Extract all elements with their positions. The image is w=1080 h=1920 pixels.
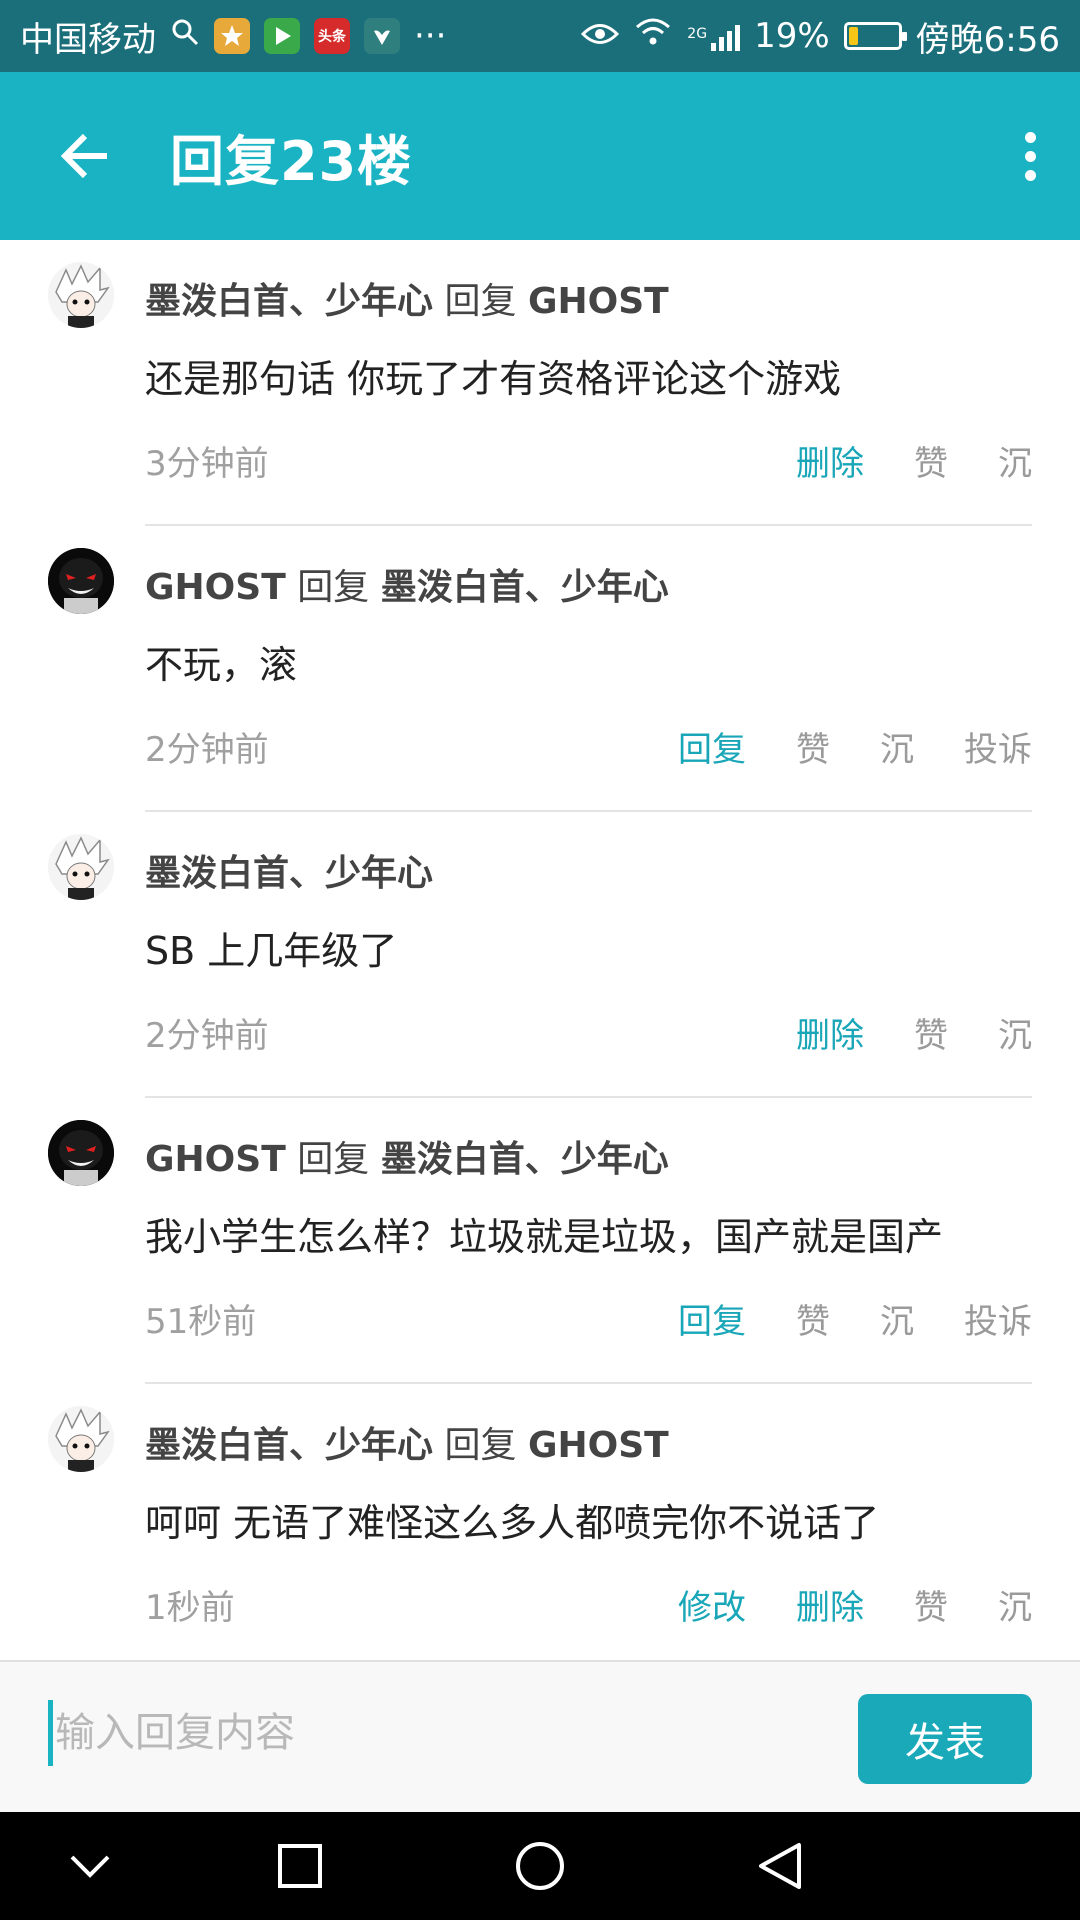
carrier-label: 中国移动 [20, 19, 156, 60]
comment-header: 墨泼白首、少年心 回复 GHOST [145, 1416, 669, 1468]
nav-down-icon [70, 1855, 110, 1878]
battery-level-fill [848, 27, 858, 45]
comment-item: 墨泼白首、少年心 回复 GHOST 呵呵 无语了难怪这么多人都喷完你不说话了 1秒前… [0, 1384, 1080, 1660]
reply-target-name[interactable]: GHOST [528, 1425, 669, 1466]
action-button[interactable]: 沉 [880, 722, 914, 771]
nav-recents-button[interactable] [240, 1812, 360, 1920]
nav-back-button[interactable] [720, 1812, 840, 1920]
author-name[interactable]: GHOST [145, 567, 286, 608]
toutiao-icon: 头条 [314, 18, 350, 54]
comment-text: SB 上几年级了 [145, 929, 398, 973]
author-name[interactable]: 墨泼白首、少年心 [145, 1425, 433, 1466]
reply-word: 回复 [297, 1139, 370, 1180]
more-vertical-icon [1024, 131, 1036, 143]
comment-item: GHOST 回复 墨泼白首、少年心我小学生怎么样？垃圾就是垃圾，国产就是国产 51… [0, 1098, 1080, 1384]
arrow-left-icon [60, 133, 107, 179]
comment-actions: 回复 赞 沉 投诉 [628, 722, 1032, 771]
comment-text: 不玩，滚 [145, 643, 298, 687]
comment-header: GHOST 回复 墨泼白首、少年心 [145, 1130, 669, 1182]
action-button[interactable]: 沉 [998, 1008, 1032, 1057]
comment-actions: 删除 赞 沉 [746, 436, 1032, 485]
comment-header: 墨泼白首、少年心 [145, 844, 433, 896]
action-button[interactable]: 回复 [678, 722, 746, 771]
avatar[interactable] [48, 548, 114, 614]
reply-bar: 发表 [0, 1660, 1080, 1812]
battery-icon [843, 22, 907, 50]
comment-actions: 删除 赞 沉 [746, 1008, 1032, 1057]
clock: 傍晚6:56 [915, 19, 1060, 60]
comment-item: GHOST 回复 墨泼白首、少年心 不玩，滚 2分钟前 回复赞沉投诉 [0, 526, 1080, 812]
nav-down-button[interactable] [30, 1812, 150, 1920]
action-button[interactable]: 删除 [796, 1008, 864, 1057]
play-store-icon [264, 18, 300, 54]
avatar[interactable] [48, 1120, 114, 1186]
comment-text: 还是那句话 你玩了才有资格评论这个游戏 [145, 357, 842, 401]
nav-back-icon [759, 1843, 801, 1889]
comment-header: 墨泼白首、少年心 回复 GHOST [145, 272, 669, 324]
nav-recents-icon [278, 1844, 322, 1888]
reply-target-name[interactable]: 墨泼白首、少年心 [381, 1139, 669, 1180]
author-name[interactable]: 墨泼白首、少年心 [145, 853, 433, 894]
comment-item: 墨泼白首、少年心 SB 上几年级了 2分钟前 删除 赞 沉 [0, 812, 1080, 1098]
reply-word: 回复 [444, 1425, 517, 1466]
reply-word: 回复 [444, 281, 517, 322]
avatar[interactable] [48, 1406, 114, 1472]
comment-text: 我小学生怎么样？垃圾就是垃圾，国产就是国产 [145, 1215, 944, 1259]
avatar[interactable] [48, 834, 114, 900]
comment-time: 2分钟前 [145, 730, 269, 770]
submit-button[interactable]: 发表 [858, 1694, 1032, 1784]
reply-input[interactable] [48, 1700, 808, 1766]
action-button[interactable]: 赞 [796, 722, 830, 771]
action-button[interactable]: 修改 [678, 1580, 746, 1629]
nav-home-button[interactable] [480, 1812, 600, 1920]
comment-actions: 修改 删除 赞 沉 [628, 1580, 1032, 1629]
author-name[interactable]: 墨泼白首、少年心 [145, 281, 433, 322]
reply-target-name[interactable]: 墨泼白首、少年心 [381, 567, 669, 608]
huawei-icon [364, 18, 400, 54]
action-button[interactable]: 投诉 [964, 722, 1032, 771]
status-bar: 中国移动 头条 ··· 2G 19% 傍晚6:56 [0, 0, 1080, 72]
reply-target-name[interactable]: GHOST [528, 281, 669, 322]
eye-icon [581, 16, 620, 56]
search-icon [170, 16, 200, 56]
action-button[interactable]: 沉 [998, 1580, 1032, 1629]
more-options-button[interactable] [980, 72, 1080, 240]
action-button[interactable]: 投诉 [964, 1294, 1032, 1343]
signal-icon [711, 21, 741, 51]
action-button[interactable]: 赞 [796, 1294, 830, 1343]
comment-time: 51秒前 [145, 1302, 257, 1342]
nav-home-icon [516, 1842, 564, 1890]
author-name[interactable]: GHOST [145, 1139, 286, 1180]
comment-time: 1秒前 [145, 1588, 235, 1628]
action-button[interactable]: 赞 [914, 436, 948, 485]
action-button[interactable]: 删除 [796, 1580, 864, 1629]
action-button[interactable]: 赞 [914, 1008, 948, 1057]
avatar[interactable] [48, 262, 114, 328]
action-button[interactable]: 沉 [880, 1294, 914, 1343]
comment-list: 墨泼白首、少年心 回复 GHOST 还是那句话 你玩了才有资格评论这个游戏 3分钟前… [0, 240, 1080, 1660]
comment-time: 2分钟前 [145, 1016, 269, 1056]
battery-percent: 19% [754, 16, 830, 56]
action-button[interactable]: 赞 [914, 1580, 948, 1629]
network-type-label: 2G [687, 25, 708, 42]
page-title: 回复23楼 [170, 129, 413, 193]
comment-actions: 回复 赞 沉 投诉 [628, 1294, 1032, 1343]
comment-text: 呵呵 无语了难怪这么多人都喷完你不说话了 [145, 1501, 880, 1545]
comment-header: GHOST 回复 墨泼白首、少年心 [145, 558, 669, 610]
comment-item: 墨泼白首、少年心 回复 GHOST 还是那句话 你玩了才有资格评论这个游戏 3分钟前… [0, 240, 1080, 526]
action-button[interactable]: 删除 [796, 436, 864, 485]
action-button[interactable]: 回复 [678, 1294, 746, 1343]
more-notifications-icon: ··· [414, 16, 447, 56]
back-button[interactable] [0, 72, 170, 240]
app-header: 回复23楼 [0, 72, 1080, 240]
reply-word: 回复 [297, 567, 370, 608]
action-button[interactable]: 沉 [998, 436, 1032, 485]
wifi-icon [633, 16, 673, 56]
star-app-icon [214, 18, 250, 54]
system-nav-bar [0, 1812, 1080, 1920]
comment-time: 3分钟前 [145, 444, 269, 484]
